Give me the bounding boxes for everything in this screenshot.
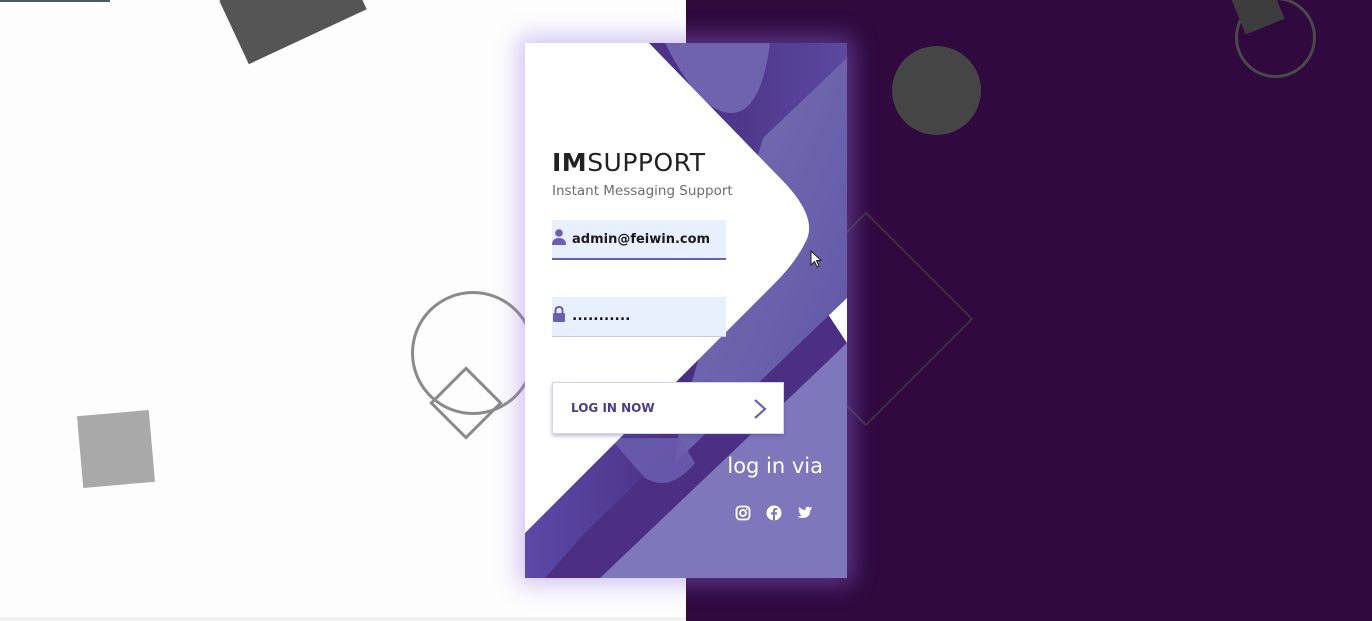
page-bottom-strip — [0, 617, 686, 621]
login-card: IMSUPPORT Instant Messaging Support LOG … — [525, 43, 847, 578]
decorative-square — [76, 409, 156, 489]
lock-icon — [553, 305, 565, 322]
brand-light-text: SUPPORT — [587, 148, 706, 177]
brand-strong-text: IM — [552, 148, 588, 177]
decorative-circle — [892, 46, 981, 135]
mouse-cursor-icon — [810, 250, 822, 268]
password-input[interactable] — [572, 297, 722, 335]
username-field[interactable] — [552, 220, 726, 260]
decorative-bar — [0, 0, 110, 2]
social-login-heading: log in via — [727, 454, 823, 478]
brand-subtitle: Instant Messaging Support — [552, 183, 733, 199]
brand-title: IMSUPPORT — [552, 148, 706, 177]
user-icon — [552, 229, 566, 245]
chevron-right-icon — [754, 399, 767, 419]
login-button[interactable]: LOG IN NOW — [552, 382, 784, 434]
login-page: IMSUPPORT Instant Messaging Support LOG … — [0, 0, 1372, 621]
facebook-icon[interactable] — [765, 504, 783, 522]
instagram-icon[interactable] — [734, 504, 752, 522]
email-input[interactable] — [572, 220, 722, 258]
decorative-square — [219, 0, 367, 65]
twitter-icon[interactable] — [796, 504, 814, 522]
login-button-label: LOG IN NOW — [571, 401, 655, 415]
password-field[interactable] — [552, 297, 726, 337]
